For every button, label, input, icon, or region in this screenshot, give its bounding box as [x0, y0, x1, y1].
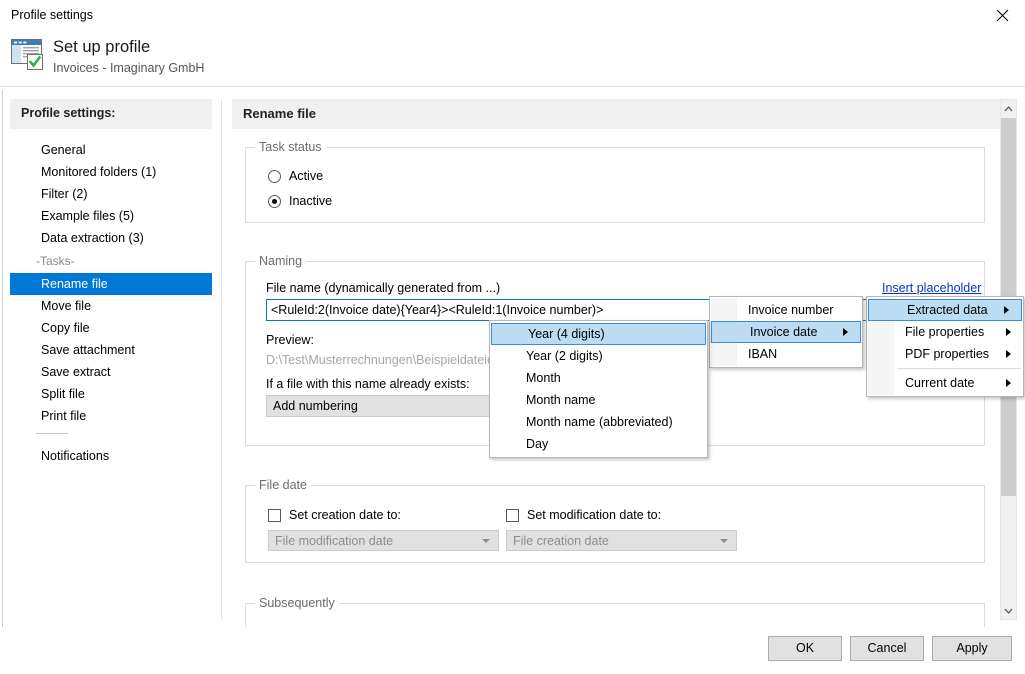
file-date-legend: File date — [255, 478, 311, 492]
invoice-date-format-submenu[interactable]: Year (4 digits) Year (2 digits) Month Mo… — [489, 320, 708, 458]
menu-item-extracted-data-label: Extracted data — [907, 303, 988, 317]
chevron-down-icon[interactable] — [1001, 602, 1016, 619]
menu-item-month-label: Month — [526, 371, 561, 385]
preview-value: D:\Test\Musterrechnungen\Beispieldateien — [266, 353, 501, 367]
sidebar-item-monitored-folders[interactable]: Monitored folders (1) — [10, 161, 212, 183]
radio-inactive-indicator — [268, 194, 281, 208]
sidebar-heading: Profile settings: — [10, 99, 212, 129]
sidebar-item-notifications[interactable]: Notifications — [10, 445, 212, 467]
menu-item-iban[interactable]: IBAN — [710, 343, 862, 365]
menu-item-year-4-digits[interactable]: Year (4 digits) — [491, 323, 706, 345]
radio-active-indicator — [268, 169, 281, 183]
menu-item-month-name-abbreviated[interactable]: Month name (abbreviated) — [490, 411, 707, 433]
menu-item-invoice-date-label: Invoice date — [750, 325, 818, 339]
menu-item-invoice-number-label: Invoice number — [748, 303, 834, 317]
radio-inactive[interactable]: Inactive — [268, 194, 332, 208]
profile-window-check-icon — [11, 38, 49, 72]
page-subtitle: Invoices - Imaginary GmbH — [53, 61, 205, 75]
set-modification-date-checkbox-box — [506, 508, 519, 522]
menu-item-month-name-label: Month name — [526, 393, 596, 407]
window-left-border — [2, 90, 3, 650]
submenu-arrow-icon — [843, 328, 848, 336]
submenu-arrow-icon — [1004, 306, 1009, 314]
preview-label: Preview: — [266, 333, 314, 347]
menu-item-file-properties[interactable]: File properties — [867, 321, 1023, 343]
modification-date-source-value: File creation date — [513, 534, 609, 548]
extracted-data-submenu[interactable]: Invoice number Invoice date IBAN — [709, 296, 863, 368]
menu-item-year-2-digits-label: Year (2 digits) — [526, 349, 603, 363]
menu-item-iban-label: IBAN — [748, 347, 778, 361]
menu-item-month-name[interactable]: Month name — [490, 389, 707, 411]
task-status-legend: Task status — [255, 140, 326, 154]
menu-item-day[interactable]: Day — [490, 433, 707, 455]
set-modification-date-label: Set modification date to: — [527, 508, 662, 522]
subsequently-legend: Subsequently — [255, 596, 339, 610]
menu-item-extracted-data[interactable]: Extracted data — [868, 299, 1022, 321]
sidebar-item-rename-file[interactable]: Rename file — [10, 273, 212, 295]
page-title: Set up profile — [53, 38, 151, 56]
profile-settings-sidebar: Profile settings: General Monitored fold… — [10, 99, 212, 639]
sidebar-item-save-extract[interactable]: Save extract — [10, 361, 212, 383]
set-creation-date-checkbox-box — [268, 508, 281, 522]
modification-date-source-combo[interactable]: File creation date — [506, 530, 737, 551]
menu-item-invoice-date[interactable]: Invoice date — [711, 321, 861, 343]
sidebar-divider — [221, 99, 222, 619]
menu-separator — [897, 368, 1021, 369]
sidebar-item-move-file[interactable]: Move file — [10, 295, 212, 317]
sidebar-item-example-files[interactable]: Example files (5) — [10, 205, 212, 227]
menu-item-year-4-digits-label: Year (4 digits) — [528, 327, 605, 341]
file-exists-combo-value: Add numbering — [273, 399, 358, 413]
radio-active-label: Active — [289, 169, 324, 183]
sidebar-separator — [36, 433, 68, 434]
file-exists-label: If a file with this name already exists: — [266, 377, 470, 391]
set-modification-date-checkbox[interactable]: Set modification date to: — [506, 508, 661, 522]
set-creation-date-checkbox[interactable]: Set creation date to: — [268, 508, 401, 522]
file-date-group: File date Set creation date to: File mod… — [245, 478, 985, 563]
menu-item-month-name-abbreviated-label: Month name (abbreviated) — [526, 415, 673, 429]
radio-active[interactable]: Active — [268, 169, 323, 183]
sidebar-item-split-file[interactable]: Split file — [10, 383, 212, 405]
menu-item-pdf-properties[interactable]: PDF properties — [867, 343, 1023, 365]
profile-header: Set up profile Invoices - Imaginary GmbH — [0, 31, 1025, 87]
naming-legend: Naming — [255, 254, 307, 268]
sidebar-item-print-file[interactable]: Print file — [10, 405, 212, 427]
chevron-down-icon — [482, 538, 490, 543]
sidebar-group-tasks: -Tasks- — [36, 254, 75, 268]
sidebar-item-save-attachment[interactable]: Save attachment — [10, 339, 212, 361]
chevron-up-icon[interactable] — [1001, 100, 1016, 117]
radio-inactive-label: Inactive — [289, 194, 333, 208]
submenu-arrow-icon — [1006, 328, 1011, 336]
cancel-button[interactable]: Cancel — [850, 636, 924, 661]
menu-item-day-label: Day — [526, 437, 549, 451]
task-status-group: Task status Active Inactive — [245, 140, 985, 223]
apply-button[interactable]: Apply — [932, 636, 1012, 661]
menu-item-current-date[interactable]: Current date — [867, 372, 1023, 394]
creation-date-source-value: File modification date — [275, 534, 394, 548]
submenu-arrow-icon — [1006, 379, 1011, 387]
chevron-down-icon — [720, 538, 728, 543]
menu-item-year-2-digits[interactable]: Year (2 digits) — [490, 345, 707, 367]
sidebar-item-filter[interactable]: Filter (2) — [10, 183, 212, 205]
file-exists-combo[interactable]: Add numbering — [266, 395, 493, 417]
insert-placeholder-menu[interactable]: Extracted data File properties PDF prope… — [866, 296, 1024, 397]
filename-label: File name (dynamically generated from ..… — [266, 281, 501, 295]
ok-button[interactable]: OK — [768, 636, 842, 661]
window-title: Profile settings — [11, 8, 93, 22]
main-panel-heading: Rename file — [232, 99, 1000, 129]
close-icon[interactable] — [979, 0, 1025, 30]
menu-item-current-date-label: Current date — [905, 376, 975, 390]
menu-item-invoice-number[interactable]: Invoice number — [710, 299, 862, 321]
sidebar-item-data-extraction[interactable]: Data extraction (3) — [10, 227, 212, 249]
creation-date-source-combo[interactable]: File modification date — [268, 530, 499, 551]
sidebar-item-general[interactable]: General — [10, 139, 212, 161]
menu-item-file-properties-label: File properties — [905, 325, 985, 339]
insert-placeholder-link[interactable]: Insert placeholder — [882, 281, 981, 295]
dialog-footer: OK Cancel Apply — [0, 627, 1025, 674]
set-creation-date-label: Set creation date to: — [289, 508, 401, 522]
sidebar-item-copy-file[interactable]: Copy file — [10, 317, 212, 339]
submenu-arrow-icon — [1006, 350, 1011, 358]
window-titlebar: Profile settings — [0, 0, 1025, 32]
menu-item-pdf-properties-label: PDF properties — [905, 347, 990, 361]
menu-item-month[interactable]: Month — [490, 367, 707, 389]
